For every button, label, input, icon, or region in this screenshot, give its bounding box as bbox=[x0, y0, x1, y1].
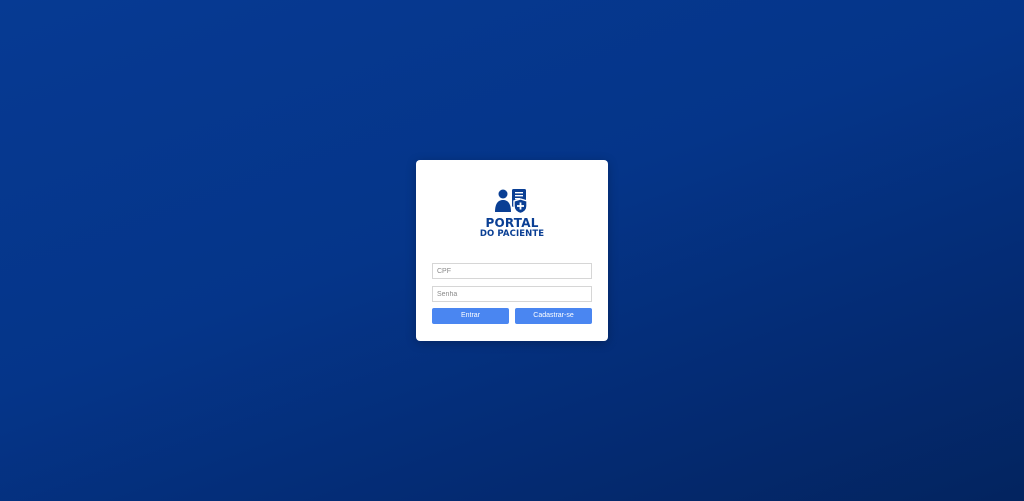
register-button[interactable]: Cadastrar-se bbox=[515, 308, 592, 324]
password-input[interactable] bbox=[432, 286, 592, 302]
cpf-input[interactable] bbox=[432, 263, 592, 279]
logo-title: PORTAL bbox=[485, 216, 539, 230]
portal-logo: PORTAL DO PACIENTE bbox=[416, 188, 608, 239]
patient-document-shield-icon bbox=[495, 189, 528, 214]
login-card: PORTAL DO PACIENTE Entrar Cadastrar-se bbox=[416, 160, 608, 341]
login-button[interactable]: Entrar bbox=[432, 308, 509, 324]
logo-subtitle: DO PACIENTE bbox=[479, 229, 545, 239]
